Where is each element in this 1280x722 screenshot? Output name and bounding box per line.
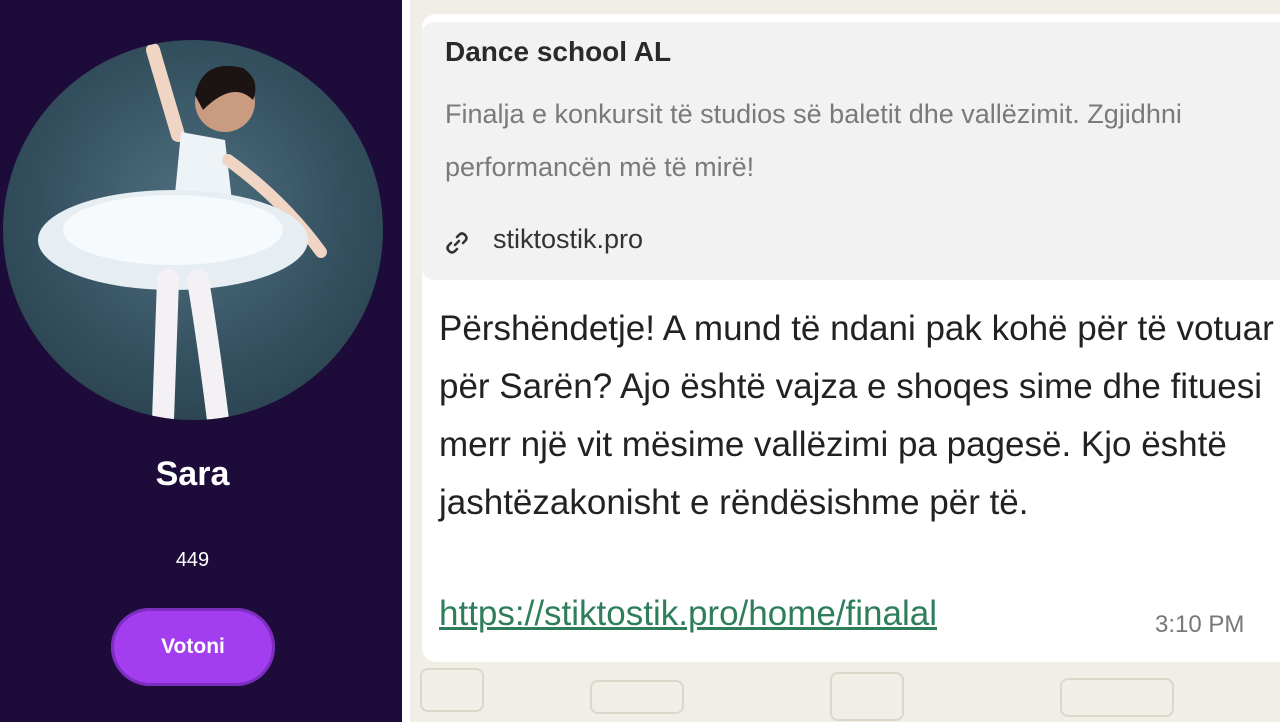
link-icon: [446, 232, 468, 254]
wallpaper-doodle: [1060, 678, 1174, 717]
wallpaper-doodle: [590, 680, 684, 714]
contestant-photo: [3, 40, 383, 420]
divider: [402, 0, 410, 722]
message-text: Përshëndetje! A mund të ndani pak kohë p…: [439, 309, 1274, 522]
wallpaper-doodle: [830, 672, 904, 721]
link-preview-title: Dance school AL: [445, 36, 672, 67]
wallpaper-doodle: [420, 668, 484, 712]
link-preview-domain: stiktostik.pro: [493, 224, 644, 254]
link-preview-description: Finalja e konkursit të studios së baleti…: [445, 99, 1182, 182]
ballerina-illustration: [38, 43, 327, 420]
message-link[interactable]: https://stiktostik.pro/home/finalal: [439, 585, 937, 643]
message-timestamp: 3:10 PM: [1155, 611, 1245, 638]
vote-button[interactable]: Votoni: [111, 608, 275, 686]
vote-count: 449: [175, 549, 210, 571]
contestant-name: Sara: [155, 455, 230, 493]
vote-card: Sara 449 Votoni: [0, 0, 402, 722]
